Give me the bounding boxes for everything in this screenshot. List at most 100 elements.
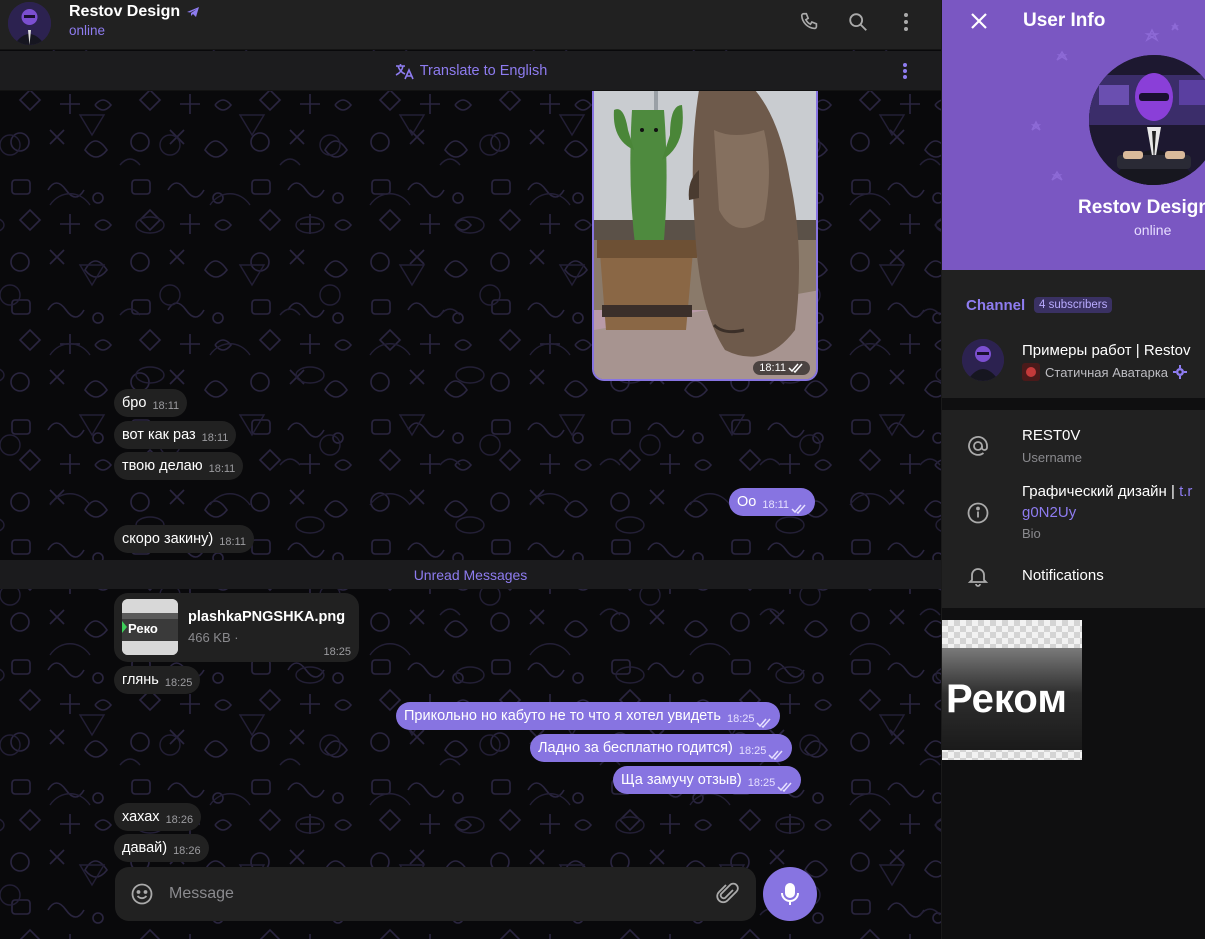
message-text: вот как раз bbox=[122, 427, 196, 443]
emoji-icon[interactable] bbox=[130, 882, 154, 906]
phone-icon[interactable] bbox=[798, 10, 822, 34]
profile-name: Restov Design bbox=[1078, 197, 1205, 218]
message-text: давай) bbox=[122, 840, 168, 856]
chat-status: online bbox=[69, 23, 106, 38]
message-time: 18:11 bbox=[208, 463, 236, 475]
message-time: 18:25 bbox=[164, 677, 193, 689]
message-time: 18:25 bbox=[747, 777, 776, 789]
bio-text: Графический дизайн | t.r bbox=[1022, 483, 1192, 500]
channel-last-post-text: Статичная Аватарка bbox=[1045, 364, 1169, 380]
message-text: твою делаю bbox=[122, 458, 203, 474]
message-bubble-out[interactable]: Оо 18:11 bbox=[729, 488, 816, 516]
read-ticks-icon bbox=[768, 750, 783, 760]
notifications-label: Notifications bbox=[1022, 567, 1104, 584]
photo-time-text: 18:11 bbox=[759, 362, 786, 374]
username-value: REST0V bbox=[1022, 427, 1081, 444]
info-icon bbox=[967, 502, 989, 524]
panel-title: User Info bbox=[1023, 10, 1106, 31]
read-ticks-icon bbox=[777, 782, 792, 792]
message-bubble-out[interactable]: Прикольно но кабуто не то что я хотел ув… bbox=[396, 702, 781, 730]
message-text: Ладно за бесплатно годится) bbox=[538, 740, 733, 756]
message-text: Оо bbox=[737, 494, 757, 510]
message-text: Прикольно но кабуто не то что я хотел ув… bbox=[404, 708, 721, 724]
file-thumb-text: Реко bbox=[128, 621, 158, 636]
message-text: хахах bbox=[122, 809, 160, 825]
message-time: 18:11 bbox=[219, 536, 246, 548]
message-composer bbox=[115, 867, 756, 921]
message-time: 18:11 bbox=[152, 400, 180, 412]
message-bubble-in[interactable]: вот как раз 18:11 bbox=[114, 421, 237, 449]
file-thumbnail[interactable]: Реко bbox=[122, 599, 178, 655]
at-sign-icon bbox=[968, 435, 988, 456]
unread-label: Unread Messages bbox=[413, 566, 528, 583]
photo-image bbox=[594, 90, 816, 379]
voice-record-button[interactable] bbox=[763, 867, 817, 921]
username-label: Username bbox=[1022, 450, 1082, 465]
close-icon[interactable] bbox=[968, 10, 990, 32]
notifications-row[interactable]: Notifications bbox=[942, 560, 1205, 594]
message-time: 18:26 bbox=[173, 845, 201, 857]
message-bubble-in[interactable]: бро 18:11 bbox=[114, 389, 188, 417]
read-ticks-icon bbox=[791, 504, 806, 514]
profile-status: online bbox=[1134, 222, 1172, 238]
message-bubble-in[interactable]: скоро закину) 18:11 bbox=[114, 525, 254, 553]
post-thumbnail-icon bbox=[1022, 363, 1040, 381]
message-time: 18:25 bbox=[726, 713, 755, 725]
translate-label: Translate to English bbox=[419, 62, 548, 79]
gear-emoji-icon bbox=[1173, 365, 1188, 379]
read-ticks-icon bbox=[756, 718, 772, 728]
message-text: скоро закину) bbox=[122, 531, 214, 547]
channel-last-post: Статичная Аватарка bbox=[1022, 363, 1188, 381]
media-thumb-text: Реком bbox=[946, 677, 1067, 721]
photo-timestamp: 18:11 bbox=[753, 361, 810, 375]
bio-label: Bio bbox=[1022, 526, 1041, 541]
channel-item[interactable]: Примеры работ | Restov Статичная Аватарк… bbox=[942, 331, 1205, 391]
message-bubble-out[interactable]: Ладно за бесплатно годится) 18:25 bbox=[530, 734, 793, 762]
message-input[interactable] bbox=[169, 881, 709, 907]
chat-title-text: Restov Design bbox=[69, 3, 181, 20]
chat-header: Restov Design online bbox=[0, 0, 941, 50]
bio-link-continued[interactable]: g0N2Uy bbox=[1022, 504, 1076, 521]
channel-label: Channel bbox=[966, 297, 1026, 314]
translate-icon bbox=[395, 63, 414, 79]
message-time: 18:25 bbox=[738, 745, 767, 757]
chat-title[interactable]: Restov Design bbox=[69, 3, 200, 21]
message-bubble-in[interactable]: глянь 18:25 bbox=[114, 666, 201, 694]
message-bubble-in[interactable]: давай) 18:26 bbox=[114, 834, 209, 862]
photo-message[interactable]: 18:11 bbox=[592, 90, 818, 381]
message-time: 18:26 bbox=[165, 814, 194, 826]
more-menu-icon[interactable] bbox=[894, 10, 918, 34]
bio-link[interactable]: t.r bbox=[1179, 483, 1192, 500]
unread-divider: Unread Messages bbox=[0, 560, 941, 589]
channel-avatar bbox=[962, 339, 1004, 381]
message-text: глянь bbox=[122, 672, 159, 688]
avatar[interactable] bbox=[8, 2, 51, 45]
user-info-panel: User Info Restov Design online Channel 4… bbox=[941, 0, 1205, 939]
shared-media-item[interactable]: Реком bbox=[942, 620, 1082, 760]
subscribers-badge: 4 subscribers bbox=[1034, 297, 1113, 313]
message-bubble-in[interactable]: хахах 18:26 bbox=[114, 803, 202, 831]
message-text: бро bbox=[122, 395, 147, 411]
message-bubble-out[interactable]: Ща замучу отзыв) 18:25 bbox=[613, 766, 802, 794]
translate-menu-icon[interactable] bbox=[895, 60, 915, 82]
translate-bar: Translate to English bbox=[0, 51, 941, 91]
bio-row[interactable]: Графический дизайн | t.r g0N2Uy Bio bbox=[942, 478, 1205, 548]
message-time: 18:11 bbox=[762, 499, 790, 511]
bio-text-plain: Графический дизайн | bbox=[1022, 483, 1180, 500]
chat-area: Restov Design online Translate to Englis… bbox=[0, 0, 941, 939]
file-message[interactable]: Реко plashkaPNGSHKA.png 466 KB · 18:25 bbox=[114, 593, 359, 662]
telegram-icon bbox=[187, 7, 200, 17]
channel-name: Примеры работ | Restov bbox=[1022, 342, 1191, 359]
attach-icon[interactable] bbox=[716, 882, 740, 906]
read-ticks-icon bbox=[788, 363, 803, 373]
bell-icon bbox=[967, 568, 989, 587]
profile-header: User Info Restov Design online bbox=[942, 0, 1205, 270]
message-text: Ща замучу отзыв) bbox=[621, 772, 742, 788]
microphone-icon bbox=[781, 883, 799, 905]
translate-button[interactable]: Translate to English bbox=[394, 62, 548, 80]
file-name: plashkaPNGSHKA.png bbox=[188, 609, 346, 625]
file-time: 18:25 bbox=[323, 646, 351, 658]
message-bubble-in[interactable]: твою делаю 18:11 bbox=[114, 452, 244, 480]
search-icon[interactable] bbox=[846, 10, 870, 34]
username-row[interactable]: REST0V Username bbox=[942, 420, 1205, 472]
